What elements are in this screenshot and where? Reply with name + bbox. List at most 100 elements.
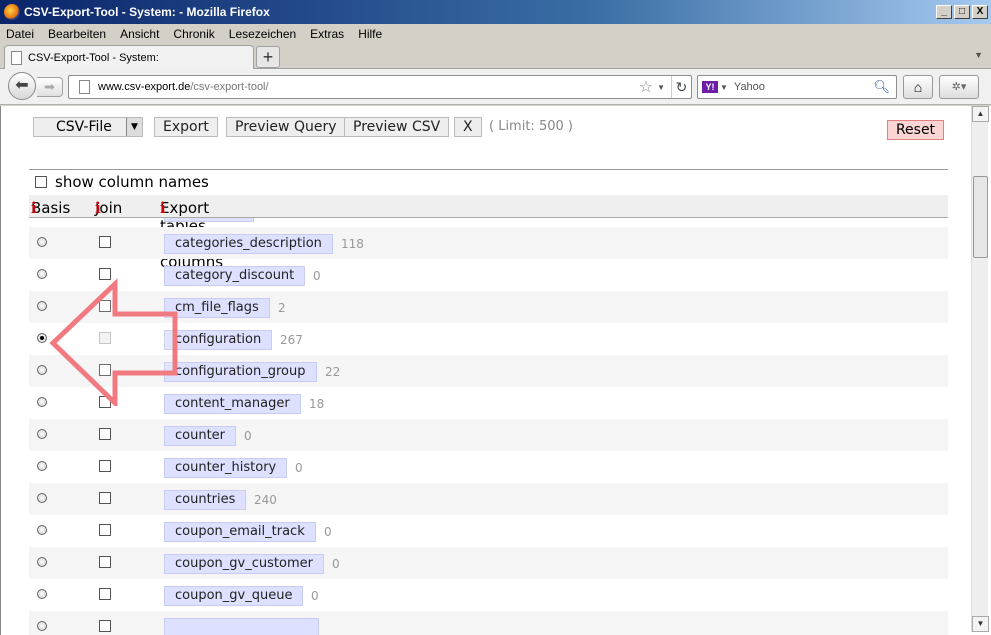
menu-lesezeichen[interactable]: Lesezeichen <box>229 27 296 41</box>
menu-datei[interactable]: Datei <box>6 27 34 41</box>
join-checkbox[interactable] <box>99 268 111 280</box>
basis-radio[interactable] <box>37 429 47 439</box>
join-checkbox[interactable] <box>99 492 111 504</box>
basis-radio[interactable] <box>37 365 47 375</box>
search-icon[interactable]: 🔍︎ <box>873 79 890 95</box>
menu-chronik[interactable]: Chronik <box>173 27 214 41</box>
table-name-tag[interactable]: counter <box>164 426 237 446</box>
show-column-names-checkbox[interactable] <box>35 176 47 188</box>
search-bar[interactable]: Y! ▼ Yahoo 🔍︎ <box>697 75 897 99</box>
table-name-tag[interactable]: coupon_gv_customer <box>164 554 324 574</box>
close-preview-button[interactable]: X <box>454 117 482 137</box>
tab-csv-export-tool[interactable]: CSV-Export-Tool - System: <box>4 45 254 70</box>
join-info-icon[interactable]: i <box>95 199 101 217</box>
back-arrow-icon: ⬅ <box>15 77 29 94</box>
site-identity-icon[interactable] <box>79 80 90 94</box>
forward-arrow-icon: ➡ <box>44 79 55 94</box>
menu-extras[interactable]: Extras <box>310 27 344 41</box>
scroll-up-icon[interactable]: ▲ <box>972 106 989 122</box>
basis-radio[interactable] <box>37 301 47 311</box>
yahoo-icon[interactable]: Y! <box>702 81 718 93</box>
minimize-button[interactable]: _ <box>936 5 952 19</box>
export-button[interactable]: Export <box>154 117 218 137</box>
format-select[interactable]: CSV-File ▼ <box>33 117 143 137</box>
table-name-tag[interactable]: counter_history <box>164 458 288 478</box>
table-row: categories 59 <box>29 218 948 227</box>
basis-radio[interactable] <box>37 621 47 631</box>
basis-radio[interactable] <box>37 525 47 535</box>
table-name-tag[interactable]: categories <box>164 218 255 222</box>
search-input[interactable]: Yahoo <box>734 81 874 93</box>
scrollbar-thumb[interactable] <box>973 176 988 258</box>
table-row-count: 0 <box>313 269 321 283</box>
table-name-tag[interactable]: configuration_group <box>164 362 317 382</box>
menu-ansicht[interactable]: Ansicht <box>120 27 159 41</box>
addon-button[interactable]: ✲▾ <box>939 75 979 99</box>
search-engine-dropdown-icon[interactable]: ▼ <box>720 83 728 92</box>
join-checkbox[interactable] <box>99 460 111 472</box>
page-content: CSV-File ▼ Export Preview Query Preview … <box>0 106 991 635</box>
chevron-down-icon[interactable]: ▼ <box>126 118 142 136</box>
table-list: categories59categories_description118cat… <box>29 218 948 635</box>
tab-list-icon[interactable]: ▼ <box>974 50 983 60</box>
table-name-tag[interactable] <box>164 618 319 635</box>
forward-button[interactable]: ➡ <box>37 77 63 97</box>
table-name-tag[interactable]: category_discount <box>164 266 306 286</box>
preview-query-button[interactable]: Preview Query <box>226 117 346 137</box>
url-history-dropdown-icon[interactable]: ▼ <box>657 83 665 92</box>
join-checkbox[interactable] <box>99 236 111 248</box>
preview-csv-button[interactable]: Preview CSV <box>344 117 450 137</box>
join-checkbox[interactable] <box>99 524 111 536</box>
table-row: coupon_gv_queue 0 <box>29 579 948 611</box>
table-row: categories_description 118 <box>29 227 948 259</box>
tables-info-icon[interactable]: i <box>160 199 166 217</box>
basis-info-icon[interactable]: i <box>31 199 37 217</box>
table-row-count: 0 <box>332 557 340 571</box>
basis-radio[interactable] <box>37 333 47 343</box>
close-window-button[interactable]: X <box>972 5 988 19</box>
basis-radio[interactable] <box>37 397 47 407</box>
table-name-tag[interactable]: cm_file_flags <box>164 298 270 318</box>
join-checkbox[interactable] <box>99 364 111 376</box>
reload-icon[interactable]: ↻ <box>671 76 691 98</box>
format-select-value: CSV-File <box>56 119 112 135</box>
basis-radio[interactable] <box>37 237 47 247</box>
table-row <box>29 611 948 635</box>
join-checkbox[interactable] <box>99 620 111 632</box>
join-checkbox[interactable] <box>99 396 111 408</box>
join-checkbox[interactable] <box>99 556 111 568</box>
join-checkbox[interactable] <box>99 300 111 312</box>
basis-radio[interactable] <box>37 461 47 471</box>
table-name-tag[interactable]: coupon_email_track <box>164 522 316 542</box>
join-checkbox[interactable] <box>99 588 111 600</box>
new-tab-button[interactable]: + <box>256 46 280 68</box>
table-name-tag[interactable]: content_manager <box>164 394 301 414</box>
menu-bearbeiten[interactable]: Bearbeiten <box>48 27 106 41</box>
bookmark-star-icon[interactable]: ☆ <box>639 77 653 97</box>
url-bar[interactable]: www.csv-export.de/csv-export-tool/ ☆ ▼ ↻ <box>68 75 692 99</box>
join-checkbox[interactable] <box>99 428 111 440</box>
menu-hilfe[interactable]: Hilfe <box>358 27 382 41</box>
basis-radio[interactable] <box>37 557 47 567</box>
home-button[interactable]: ⌂ <box>903 75 933 99</box>
maximize-button[interactable]: □ <box>954 5 970 19</box>
reset-button[interactable]: Reset <box>887 120 944 140</box>
table-row-count: 18 <box>309 397 325 411</box>
table-name-tag[interactable]: countries <box>164 490 247 510</box>
table-name-tag[interactable]: configuration <box>164 330 273 350</box>
menu-bar: Datei Bearbeiten Ansicht Chronik Lesezei… <box>0 24 991 43</box>
basis-radio[interactable] <box>37 493 47 503</box>
table-row-count: 59 <box>262 218 277 219</box>
url-text[interactable]: www.csv-export.de/csv-export-tool/ <box>98 81 639 93</box>
basis-radio[interactable] <box>37 589 47 599</box>
basis-radio[interactable] <box>37 269 47 279</box>
url-path: /csv-export-tool/ <box>190 81 269 93</box>
scroll-down-icon[interactable]: ▼ <box>972 616 989 632</box>
vertical-scrollbar[interactable]: ▲ ▼ <box>971 106 989 632</box>
tab-title: CSV-Export-Tool - System: <box>28 52 159 64</box>
navigation-bar: ⬅ ➡ www.csv-export.de/csv-export-tool/ ☆… <box>0 69 991 105</box>
show-column-names-option[interactable]: show column names <box>35 173 209 191</box>
table-name-tag[interactable]: categories_description <box>164 234 333 254</box>
table-name-tag[interactable]: coupon_gv_queue <box>164 586 304 606</box>
back-button[interactable]: ⬅ <box>8 72 36 100</box>
